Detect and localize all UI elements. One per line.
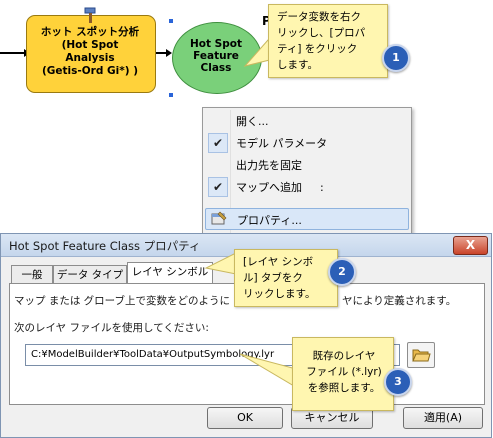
step-3-badge: 3 xyxy=(384,368,412,396)
step-2-badge: 2 xyxy=(328,258,356,286)
callout-2: [レイヤ シンボ ル] タブをク リックします。 xyxy=(234,249,338,307)
callout-3: 既存のレイヤ ファイル (*.lyr) を参照します。 xyxy=(292,337,394,411)
callout-pointers xyxy=(204,251,301,387)
callout-3-text: 既存のレイヤ ファイル (*.lyr) を参照します。 xyxy=(306,350,382,394)
callout-2-text: [レイヤ シンボ ル] タブをク リックします。 xyxy=(243,256,316,300)
